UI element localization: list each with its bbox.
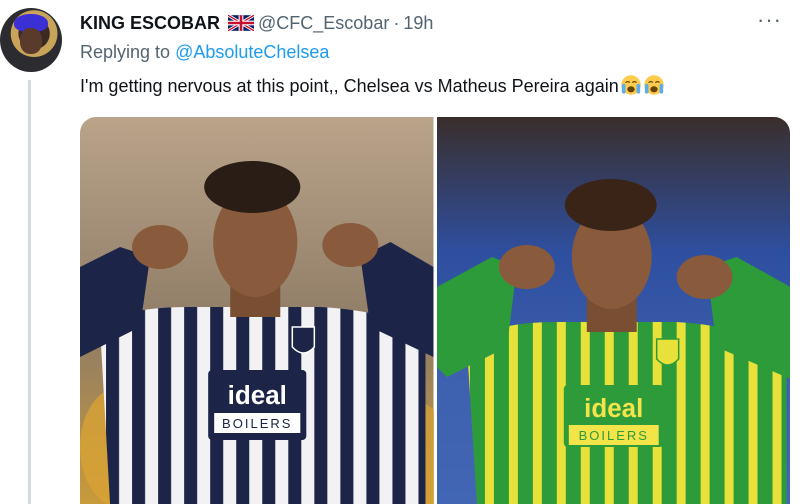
sponsor-subtext-left: BOILERS [222, 416, 292, 431]
player-away-kit-image: ideal BOILERS [436, 117, 790, 504]
more-options-button[interactable]: ··· [757, 9, 782, 31]
tweet-media-grid: ideal BOILERS ideal BOILERS [80, 117, 790, 504]
user-avatar[interactable] [0, 8, 62, 72]
tweet-timestamp[interactable]: 19h [403, 13, 433, 34]
sponsor-subtext-right: BOILERS [578, 428, 648, 443]
replying-to-label: Replying to [80, 42, 171, 62]
tweet-text-container: I'm getting nervous at this point,, Chel… [80, 74, 665, 97]
header-separator: · [393, 12, 400, 33]
sponsor-text-right: ideal [584, 393, 643, 423]
uk-flag-icon [228, 15, 255, 31]
tweet-header: KING ESCOBAR @CFC_Escobar · 19h [80, 11, 780, 35]
media-photo-right[interactable]: ideal BOILERS [436, 117, 790, 504]
loudly-crying-face-icon [620, 75, 641, 95]
loudly-crying-face-icon [643, 75, 664, 95]
user-handle[interactable]: @CFC_Escobar [258, 13, 389, 34]
player-home-kit-image: ideal BOILERS [80, 117, 434, 504]
tweet-text: I'm getting nervous at this point,, Chel… [80, 76, 619, 96]
thread-line [28, 80, 31, 504]
replying-to-mention[interactable]: @AbsoluteChelsea [175, 42, 329, 62]
avatar-face [20, 28, 42, 54]
media-photo-left[interactable]: ideal BOILERS [80, 117, 434, 504]
display-name[interactable]: KING ESCOBAR [80, 13, 220, 34]
replying-to-line: Replying to @AbsoluteChelsea [80, 42, 329, 63]
sponsor-text-left: ideal [228, 380, 287, 410]
